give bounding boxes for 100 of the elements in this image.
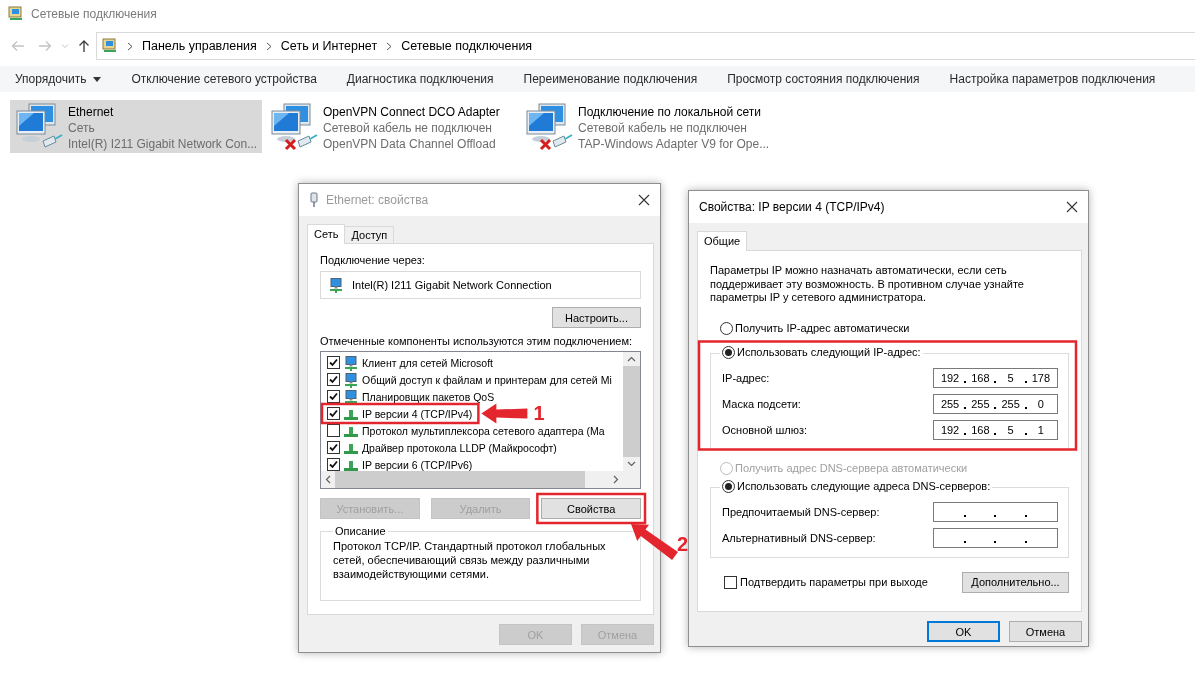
chevron-up-icon[interactable] [627,356,636,362]
adapter-name: TAP-Windows Adapter V9 for Ope... [578,136,770,152]
component-label[interactable]: Общий доступ к файлам и принтерам для сетей Mi [362,373,612,386]
tab[interactable]: Общие [697,231,748,251]
toolbar-command[interactable]: Диагностика подключения [346,72,494,86]
ip-address-field[interactable]: 192 168 5 178 [933,367,1058,388]
field-label: IP-адрес: [722,371,770,384]
component-label[interactable]: Клиент для сетей Microsoft [362,356,493,369]
toolbar-command[interactable]: Переименование подключения [523,72,698,86]
field-label: Отмеченные компоненты используются этим подключением: [320,335,634,347]
scrollbar-thumb[interactable] [623,366,640,457]
octet: 1 [1036,423,1045,436]
network-icon [328,277,344,293]
checkbox[interactable] [327,424,340,437]
breadcrumb[interactable]: Сетевые подключения [401,39,533,53]
chevron-right-icon[interactable] [613,475,619,484]
checkbox[interactable] [724,575,737,589]
octet: 5 [1006,371,1015,384]
component-label[interactable]: Драйвер протокола LLDP (Майкрософт) [362,441,557,454]
component-label[interactable]: IP версии 6 (TCP/IPv6) [362,458,473,471]
octet: 5 [1006,423,1015,436]
horizontal-scrollbar[interactable] [321,471,623,488]
toolbar-command[interactable]: Отключение сетевого устройства [131,72,317,86]
network-icon [343,371,359,388]
checkbox[interactable] [327,373,340,386]
chevron-icon [265,41,272,51]
ip-address-field[interactable]: 255 255 255 0 [933,393,1058,414]
scrollbar-thumb[interactable] [335,471,585,488]
radio-label[interactable]: Получить IP-адрес автоматически [735,322,910,334]
configure-button[interactable]: Настроить... [552,307,641,328]
checkbox[interactable] [327,356,340,369]
radio-label[interactable]: Использовать следующие адреса DNS-серверов: [737,480,991,492]
dialog-button[interactable]: Свойства [541,498,641,519]
checkbox[interactable] [327,458,340,471]
connection-tile[interactable]: OpenVPN Connect DCO Adapter Сетевой кабель не подключен OpenVPN Data Channel Offload [265,100,517,153]
checkbox[interactable] [327,407,340,420]
components-list[interactable] [320,351,641,489]
radio-button[interactable] [722,479,735,493]
callout-number: 1 [533,401,545,425]
breadcrumb[interactable]: Сеть и Интернет [280,39,378,53]
ip-address-field[interactable] [933,501,1058,522]
ip-address-field[interactable] [933,527,1058,548]
close-icon[interactable] [638,194,650,206]
component-label[interactable]: Протокол мультиплексора сетевого адаптера (Ма [362,424,605,437]
description-text: Протокол TCP/IP. Стандартный протокол глобальных сетей, обеспечивающий связь между различными взаимодействующими сетями. [333,539,607,581]
organize-menu[interactable]: Упорядочить [15,72,102,86]
checkbox[interactable] [327,390,340,403]
connection-status: Сетевой кабель не подключен [323,120,493,136]
connection-status: Сеть [68,120,96,136]
breadcrumb[interactable]: Панель управления [142,39,257,53]
field-label: Основной шлюз: [722,423,808,436]
component-label[interactable]: IP версии 4 (TCP/IPv4) [362,407,473,420]
dialog-button[interactable]: Отмена [1009,621,1082,642]
connection-tile[interactable]: Подключение по локальной сети Сетевой кабель не подключен TAP-Windows Adapter V9 for Ope... [520,100,772,153]
connection-tile[interactable]: Ethernet Сеть Intel(R) I211 Gigabit Network Con... [10,100,262,153]
toolbar-command[interactable]: Настройка параметров подключения [949,72,1156,86]
up-icon[interactable] [78,39,90,53]
dialog-button[interactable]: OK [927,621,1000,642]
ip-address-field[interactable]: 192 168 5 1 [933,419,1058,440]
toolbar-command[interactable]: Просмотр состояния подключения [727,72,920,86]
address-bar[interactable]: Панель управления Сеть и Интернет Сетевые подключения [96,32,1195,60]
window-title: Ethernet: свойства [326,193,429,207]
vertical-scrollbar[interactable] [623,352,640,471]
octet: 192 [939,371,961,384]
connection-status: Сетевой кабель не подключен [578,120,748,136]
octet: 255 [1000,397,1021,410]
adapter-name: OpenVPN Data Channel Offload [323,136,497,152]
callout-arrow [481,403,528,424]
chevron-icon [386,41,393,51]
network-folder-icon [8,6,24,22]
field-label: Подключение через: [320,254,426,266]
radio-button[interactable] [720,321,733,335]
chevron-down-icon[interactable] [627,461,636,467]
callout-arrow [631,524,678,561]
connection-name: OpenVPN Connect DCO Adapter [323,104,500,120]
octet: 192 [939,423,961,436]
field-label: Маска подсети: [722,397,801,410]
octet: 178 [1030,371,1052,384]
chevron-left-icon[interactable] [325,475,331,484]
radio-button[interactable] [722,345,735,359]
window-title: Сетевые подключения [31,7,157,21]
field-label: Предпочитаемый DNS-сервер: [722,505,880,518]
component-label[interactable]: Планировщик пакетов QoS [362,390,495,403]
checkbox[interactable] [327,441,340,454]
advanced-button[interactable]: Дополнительно... [962,571,1069,593]
close-icon[interactable] [1066,201,1078,213]
network-folder-icon [102,38,118,54]
octet: 168 [970,423,991,436]
tab[interactable]: Доступ [344,226,395,243]
connection-name: Подключение по локальной сети [578,104,762,120]
plug-icon [309,192,319,208]
caret-icon [93,76,102,82]
group-title: Описание [334,525,387,537]
checkbox-label[interactable]: Подтвердить параметры при выходе [740,576,928,588]
callout-number: 2 [677,532,689,556]
network-icon [343,354,359,371]
tab[interactable]: Сеть [307,224,346,244]
network-icon [343,388,359,405]
window-title: Свойства: IP версии 4 (TCP/IPv4) [699,200,885,214]
radio-label[interactable]: Использовать следующий IP-адрес: [737,346,921,358]
